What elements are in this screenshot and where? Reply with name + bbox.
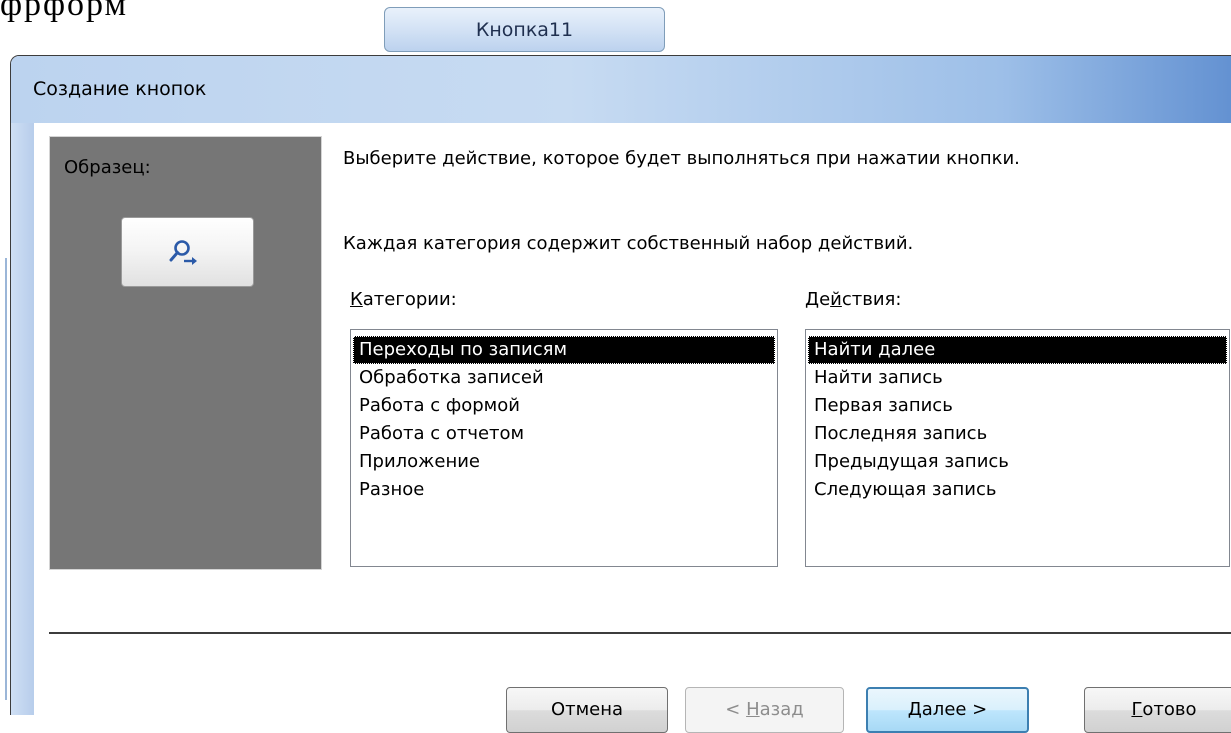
instruction-text-2: Каждая категория содержит собственный на…	[343, 233, 914, 254]
category-list-item[interactable]: Приложение	[353, 448, 775, 476]
action-list-item[interactable]: Предыдущая запись	[808, 448, 1227, 476]
document-background-text: фрформ	[0, 0, 129, 23]
window-edge-strip	[0, 258, 10, 700]
dialog-title: Создание кнопок	[33, 78, 207, 100]
dialog-separator	[49, 632, 1231, 634]
next-button[interactable]: Далее >	[866, 687, 1029, 733]
sample-button-preview	[121, 217, 254, 287]
category-list-item[interactable]: Работа с отчетом	[353, 420, 775, 448]
category-list-item[interactable]: Работа с формой	[353, 392, 775, 420]
sample-preview-panel: Образец:	[49, 136, 322, 570]
finish-button[interactable]: Готово	[1084, 687, 1231, 733]
category-list-item[interactable]: Разное	[353, 476, 775, 504]
categories-listbox[interactable]: Переходы по записям Обработка записей Рабо…	[350, 329, 778, 567]
command-button-wizard-dialog: Создание кнопок Образец: Выберите действ…	[10, 55, 1231, 733]
sample-label: Образец:	[64, 157, 151, 178]
actions-listbox[interactable]: Найти далее Найти запись Первая запись Посл…	[805, 329, 1230, 567]
action-list-item[interactable]: Первая запись	[808, 392, 1227, 420]
dialog-client-area: Образец: Выберите действие, которое буде…	[34, 123, 1231, 733]
dialog-frame	[11, 123, 34, 715]
category-list-item[interactable]: Переходы по записям	[353, 336, 775, 364]
dialog-titlebar[interactable]: Создание кнопок	[11, 56, 1231, 123]
action-list-item[interactable]: Найти запись	[808, 364, 1227, 392]
categories-label: Категории:	[350, 289, 457, 310]
instruction-text-1: Выберите действие, которое будет выполня…	[343, 148, 1020, 169]
action-list-item[interactable]: Последняя запись	[808, 420, 1227, 448]
back-button[interactable]: < Назад	[685, 687, 844, 733]
action-list-item[interactable]: Найти далее	[808, 336, 1227, 364]
form-command-button[interactable]: Кнопка11	[384, 7, 665, 52]
actions-label: Действия:	[805, 289, 902, 310]
category-list-item[interactable]: Обработка записей	[353, 364, 775, 392]
cancel-button[interactable]: Отмена	[506, 687, 668, 733]
action-list-item[interactable]: Следующая запись	[808, 476, 1227, 504]
find-next-icon	[169, 240, 197, 265]
